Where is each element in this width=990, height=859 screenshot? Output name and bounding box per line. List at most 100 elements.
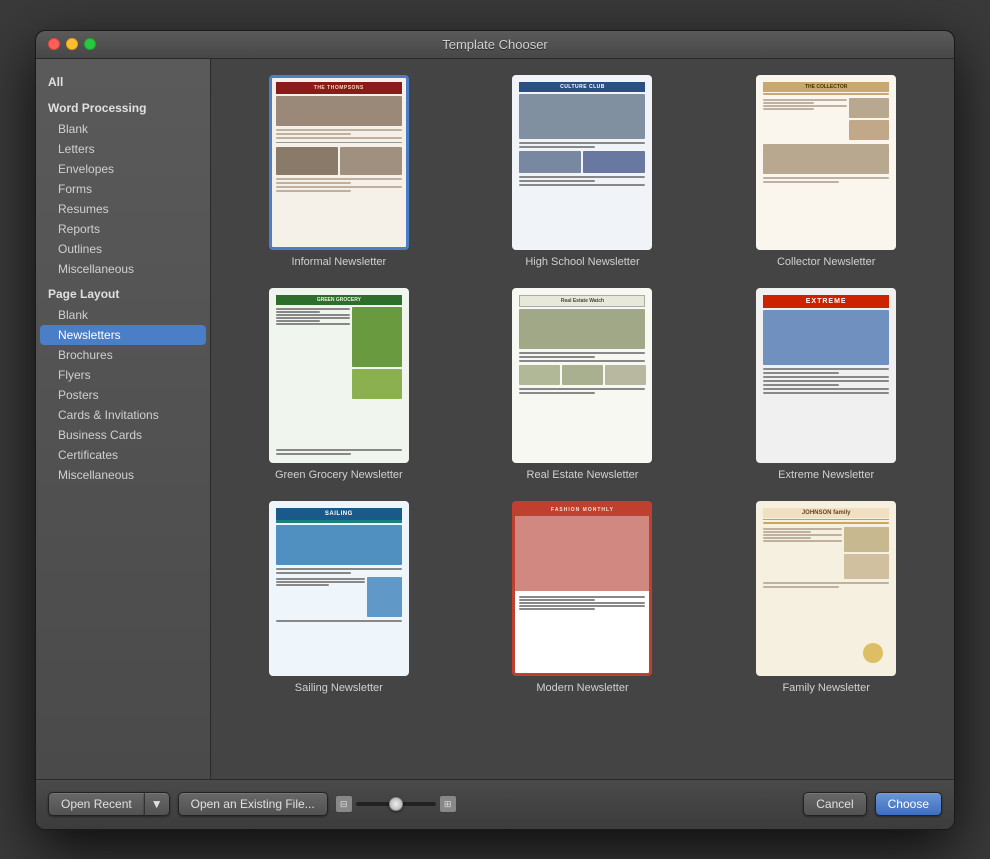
cancel-button[interactable]: Cancel <box>803 792 866 816</box>
template-modern-newsletter[interactable]: FASHION MONTHLY Modern Newsletter <box>471 501 695 694</box>
informal-photo-3 <box>340 147 402 175</box>
hs-photo-row <box>519 151 645 173</box>
sidebar-item-cards[interactable]: Cards & Invitations <box>36 405 210 425</box>
sidebar-item-forms[interactable]: Forms <box>36 179 210 199</box>
open-recent-button[interactable]: Open Recent <box>48 792 144 816</box>
sail-line-2 <box>276 572 352 574</box>
sidebar-item-reports[interactable]: Reports <box>36 219 210 239</box>
hs-line-4 <box>519 180 595 182</box>
sidebar-item-misc-wp[interactable]: Miscellaneous <box>36 259 210 279</box>
informal-line-3 <box>276 137 402 139</box>
groc-line-5 <box>276 320 320 322</box>
col-line-4 <box>763 105 847 107</box>
fam-line-1 <box>763 522 889 524</box>
collector-text-col <box>763 98 847 140</box>
template-chooser-window: Template Chooser All Word Processing Bla… <box>35 30 955 830</box>
thumbnail-modern: FASHION MONTHLY <box>512 501 652 676</box>
realestate-newsletter-label: Real Estate Newsletter <box>527 469 639 481</box>
sidebar-item-envelopes[interactable]: Envelopes <box>36 159 210 179</box>
zoom-slider[interactable] <box>356 802 436 806</box>
highschool-header-text: CULTURE CLUB <box>519 82 645 92</box>
sidebar-item-resumes[interactable]: Resumes <box>36 199 210 219</box>
footer: Open Recent ▼ Open an Existing File... ⊟… <box>36 779 954 829</box>
template-informal-newsletter[interactable]: THE THOMPSONS <box>227 75 451 268</box>
fam-photo-1 <box>844 527 889 552</box>
zoom-slider-thumb <box>389 797 403 811</box>
informal-divider <box>276 142 402 143</box>
re-main-photo <box>519 309 645 349</box>
extreme-header-text: EXTREME <box>763 295 889 308</box>
groc-photo-2 <box>352 369 402 399</box>
sail-text <box>276 577 365 617</box>
informal-line-4 <box>276 178 402 180</box>
template-highschool-newsletter[interactable]: CULTURE CLUB High School Newsletter <box>471 75 695 268</box>
col-line-5 <box>763 108 813 110</box>
hs-line-1 <box>519 142 645 144</box>
collector-photo-col <box>849 98 889 140</box>
family-text-left <box>763 527 842 579</box>
template-collector-newsletter[interactable]: THE COLLECTOR <box>714 75 938 268</box>
sailing-photo <box>276 525 402 565</box>
template-sailing-newsletter[interactable]: SAILING <box>227 501 451 694</box>
sidebar-item-misc-pl[interactable]: Miscellaneous <box>36 465 210 485</box>
open-existing-button[interactable]: Open an Existing File... <box>178 792 328 816</box>
groc-line-4 <box>276 317 350 319</box>
template-grocery-newsletter[interactable]: GREEN GROCERY <box>227 288 451 481</box>
thumbnail-sailing: SAILING <box>269 501 409 676</box>
maximize-button[interactable] <box>84 38 96 50</box>
sidebar-item-blank-wp[interactable]: Blank <box>36 119 210 139</box>
sail-line-5 <box>276 584 329 586</box>
close-button[interactable] <box>48 38 60 50</box>
fam-line-6 <box>763 540 842 542</box>
sidebar-item-flyers[interactable]: Flyers <box>36 365 210 385</box>
re-line-5 <box>519 392 595 394</box>
template-extreme-newsletter[interactable]: EXTREME Extreme Newsletter <box>714 288 938 481</box>
zoom-out-icon[interactable]: ⊟ <box>336 796 352 812</box>
window-title: Template Chooser <box>442 37 548 52</box>
open-recent-dropdown-button[interactable]: ▼ <box>144 792 170 816</box>
thumbnail-family: JOHNSON family <box>756 501 896 676</box>
sidebar-item-blank-pl[interactable]: Blank <box>36 305 210 325</box>
hs-line-2 <box>519 146 595 148</box>
content-area: All Word Processing Blank Letters Envelo… <box>36 59 954 779</box>
sidebar-item-all[interactable]: All <box>36 71 210 93</box>
choose-button[interactable]: Choose <box>875 792 942 816</box>
col-photo-2 <box>849 120 889 140</box>
minimize-button[interactable] <box>66 38 78 50</box>
groc-line-2 <box>276 311 320 313</box>
family-photo-col <box>844 527 889 579</box>
thumbnail-collector: THE COLLECTOR <box>756 75 896 250</box>
template-realestate-newsletter[interactable]: Real Estate Watch Real Estate <box>471 288 695 481</box>
highschool-photo <box>519 94 645 139</box>
sidebar-section-page-layout: Page Layout <box>36 283 210 305</box>
re-line-4 <box>519 388 645 390</box>
sidebar-section-word-processing: Word Processing <box>36 97 210 119</box>
informal-photo-2 <box>276 147 338 175</box>
sidebar-item-certificates[interactable]: Certificates <box>36 445 210 465</box>
informal-line-6 <box>276 186 402 188</box>
sidebar-item-posters[interactable]: Posters <box>36 385 210 405</box>
sidebar-item-newsletters[interactable]: Newsletters <box>40 325 206 345</box>
re-line-3 <box>519 360 645 362</box>
col-line-7 <box>763 181 839 183</box>
ext-line-6 <box>763 388 889 390</box>
sidebar-item-outlines[interactable]: Outlines <box>36 239 210 259</box>
zoom-in-icon[interactable]: ⊞ <box>440 796 456 812</box>
extreme-photo <box>763 310 889 365</box>
sidebar-item-business-cards[interactable]: Business Cards <box>36 425 210 445</box>
mod-line-1 <box>519 596 645 598</box>
grocery-photo-col <box>352 307 402 446</box>
grocery-content <box>276 307 402 446</box>
thumbnail-realestate: Real Estate Watch <box>512 288 652 463</box>
ext-line-7 <box>763 392 889 394</box>
sidebar-item-brochures[interactable]: Brochures <box>36 345 210 365</box>
template-grid-container: THE THOMPSONS <box>211 59 954 779</box>
grocery-text-left <box>276 307 350 446</box>
re-small-photos <box>519 365 645 385</box>
informal-newsletter-label: Informal Newsletter <box>291 256 386 268</box>
sidebar-item-letters[interactable]: Letters <box>36 139 210 159</box>
chevron-down-icon: ▼ <box>151 797 163 811</box>
template-family-newsletter[interactable]: JOHNSON family <box>714 501 938 694</box>
fam-line-5 <box>763 537 810 539</box>
ext-line-1 <box>763 368 889 370</box>
